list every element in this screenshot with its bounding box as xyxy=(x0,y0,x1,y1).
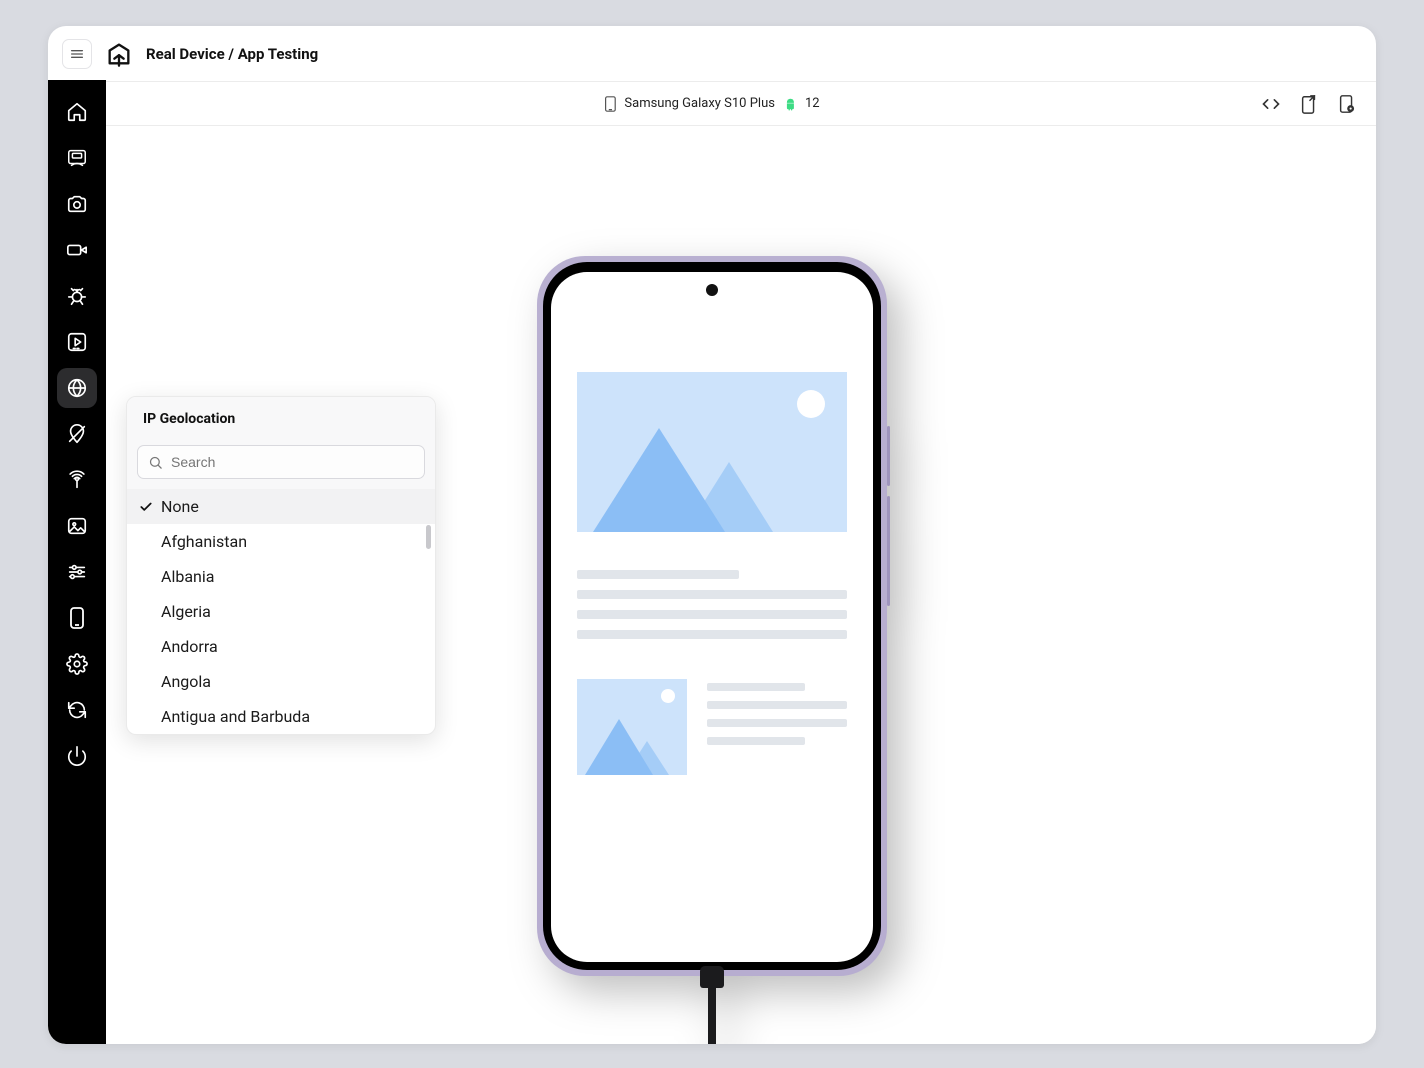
list-item[interactable]: Algeria xyxy=(127,594,435,629)
device-side-button xyxy=(887,426,890,486)
sidebar-gps[interactable] xyxy=(57,414,97,454)
scrollbar-thumb[interactable] xyxy=(426,525,431,549)
sidebar-device[interactable] xyxy=(57,598,97,638)
device-screen[interactable] xyxy=(551,272,873,962)
list-item[interactable]: Angola xyxy=(127,664,435,699)
canvas-area: IP Geolocation None Afghanistan Albania … xyxy=(48,126,1376,1044)
list-item-label: Andorra xyxy=(161,637,218,656)
app-frame: Real Device / App Testing Samsung Galaxy… xyxy=(48,26,1376,1044)
devtools-button[interactable] xyxy=(1260,93,1282,115)
device-share-button[interactable] xyxy=(1298,93,1320,115)
list-item[interactable]: Albania xyxy=(127,559,435,594)
search-icon xyxy=(148,455,163,470)
sidebar-power[interactable] xyxy=(57,736,97,776)
check-icon xyxy=(139,500,153,514)
sidebar-network[interactable] xyxy=(57,460,97,500)
hamburger-menu-button[interactable] xyxy=(62,39,92,69)
popover-title: IP Geolocation xyxy=(127,397,435,439)
list-item-label: Algeria xyxy=(161,602,211,621)
breadcrumb: Real Device / App Testing xyxy=(146,45,318,63)
sidebar-sync[interactable] xyxy=(57,690,97,730)
search-field-wrap xyxy=(137,445,425,479)
sidebar-settings[interactable] xyxy=(57,644,97,684)
ip-geolocation-popover: IP Geolocation None Afghanistan Albania … xyxy=(126,396,436,735)
sidebar-home[interactable] xyxy=(57,92,97,132)
android-icon xyxy=(783,97,797,111)
topbar: Real Device / App Testing xyxy=(48,26,1376,82)
sidebar-record[interactable] xyxy=(57,230,97,270)
device-label: Samsung Galaxy S10 Plus 12 xyxy=(604,96,819,112)
camera-dot xyxy=(706,284,718,296)
sidebar xyxy=(48,80,106,1044)
screen-placeholder-content xyxy=(551,272,873,775)
device-name: Samsung Galaxy S10 Plus xyxy=(624,96,775,111)
location-list[interactable]: None Afghanistan Albania Algeria Andorra… xyxy=(127,489,435,734)
os-version: 12 xyxy=(805,96,820,111)
placeholder-image xyxy=(577,372,847,532)
sidebar-bug[interactable] xyxy=(57,276,97,316)
sidebar-play[interactable] xyxy=(57,322,97,362)
device-mock xyxy=(537,256,887,976)
device-cable xyxy=(702,966,722,1044)
list-item-label: Angola xyxy=(161,672,211,691)
sidebar-screenshot[interactable] xyxy=(57,184,97,224)
device-side-button xyxy=(887,496,890,606)
logo-icon xyxy=(104,39,134,69)
phone-outline-icon xyxy=(604,96,616,112)
device-info-bar: Samsung Galaxy S10 Plus 12 xyxy=(48,82,1376,126)
search-input[interactable] xyxy=(171,454,414,470)
list-item-label: Albania xyxy=(161,567,214,586)
list-item-label: None xyxy=(161,497,199,516)
sidebar-apps[interactable] xyxy=(57,138,97,178)
device-settings-button[interactable] xyxy=(1336,93,1358,115)
sidebar-geolocation[interactable] xyxy=(57,368,97,408)
sidebar-gallery[interactable] xyxy=(57,506,97,546)
list-item[interactable]: None xyxy=(127,489,435,524)
list-item[interactable]: Afghanistan xyxy=(127,524,435,559)
list-item-label: Antigua and Barbuda xyxy=(161,707,310,726)
list-item-label: Afghanistan xyxy=(161,532,247,551)
placeholder-image xyxy=(577,679,687,775)
sidebar-sliders[interactable] xyxy=(57,552,97,592)
list-item[interactable]: Antigua and Barbuda xyxy=(127,699,435,734)
list-item[interactable]: Andorra xyxy=(127,629,435,664)
